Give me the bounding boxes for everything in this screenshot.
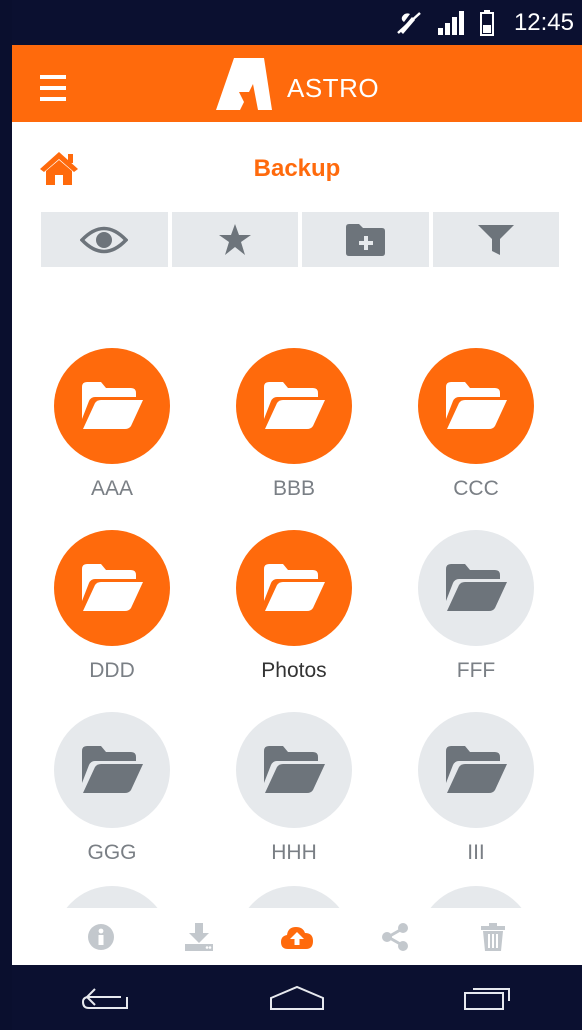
page-title: Backup — [253, 155, 341, 182]
new-folder-button[interactable] — [302, 212, 429, 267]
folder-open-icon — [82, 746, 143, 793]
share-icon — [382, 922, 408, 951]
folder-circle — [418, 886, 534, 908]
cloud-upload-icon — [281, 926, 313, 949]
folder-tile[interactable]: FFF — [385, 530, 567, 683]
recent-apps-icon[interactable] — [463, 985, 513, 1011]
back-icon[interactable] — [81, 986, 131, 1010]
download-button[interactable] — [179, 917, 219, 957]
folder-label: FFF — [456, 659, 496, 682]
system-nav-bar — [12, 965, 582, 1030]
trash-icon — [481, 922, 505, 951]
star-icon — [218, 223, 251, 255]
menu-icon[interactable] — [40, 75, 66, 101]
download-icon — [185, 922, 213, 951]
status-time: 12:45 — [513, 9, 574, 36]
folder-label: HHH — [271, 841, 317, 864]
folder-open-icon — [446, 746, 507, 793]
folder-label: CCC — [453, 477, 499, 500]
folder-tile[interactable]: GGG — [21, 712, 203, 865]
folder-label: GGG — [87, 841, 137, 864]
battery-icon — [480, 10, 494, 36]
folder-tile[interactable]: AAA — [21, 348, 203, 501]
folder-label: III — [467, 841, 485, 864]
status-bar: 12:45 — [12, 0, 582, 45]
favorites-button[interactable] — [171, 212, 298, 267]
folder-tile[interactable] — [385, 886, 567, 908]
eye-icon — [80, 226, 129, 253]
folder-circle — [54, 348, 170, 464]
folder-open-icon — [264, 382, 325, 429]
folder-open-icon — [446, 382, 507, 429]
filter-button[interactable] — [432, 212, 559, 267]
folder-open-icon — [446, 564, 507, 611]
breadcrumb: Backup — [12, 122, 582, 212]
folder-tile[interactable]: Photos — [203, 530, 385, 683]
folder-tile[interactable]: BBB — [203, 348, 385, 501]
folder-label: AAA — [90, 477, 134, 500]
folder-tile[interactable] — [21, 886, 203, 908]
folder-tile[interactable]: DDD — [21, 530, 203, 683]
info-button[interactable] — [81, 917, 121, 957]
folder-open-icon — [264, 564, 325, 611]
folder-open-icon — [264, 746, 325, 793]
folder-grid: AAA BBB CCC DDD Photos FFF GGG HHH III — [12, 290, 582, 908]
folder-circle — [236, 348, 352, 464]
astro-logo-icon — [216, 58, 272, 110]
view-toggle-button[interactable] — [41, 212, 168, 267]
folder-open-icon — [82, 382, 143, 429]
home-nav-icon[interactable] — [269, 985, 325, 1011]
bottom-action-bar — [12, 908, 582, 965]
folder-tile[interactable]: CCC — [385, 348, 567, 501]
info-icon — [88, 923, 114, 950]
folder-open-icon — [82, 564, 143, 611]
folder-circle — [418, 712, 534, 828]
signal-icon — [438, 11, 464, 35]
folder-circle — [54, 712, 170, 828]
folder-tile[interactable]: HHH — [203, 712, 385, 865]
folder-circle — [54, 886, 170, 908]
folder-circle — [418, 348, 534, 464]
folder-tile[interactable] — [203, 886, 385, 908]
app-title: ASTRO — [287, 73, 380, 103]
folder-tile[interactable]: III — [385, 712, 567, 865]
view-toolbar — [41, 212, 559, 267]
folder-circle — [236, 886, 352, 908]
folder-label: Photos — [261, 659, 327, 682]
status-icons — [396, 10, 494, 36]
folder-label: DDD — [89, 659, 135, 682]
backup-upload-button[interactable] — [277, 917, 317, 957]
screen: 12:45 ASTRO Backup AAA BBB CCC DDD Photo… — [12, 0, 582, 1030]
filter-icon — [477, 224, 514, 255]
delete-button[interactable] — [473, 917, 513, 957]
folder-circle — [418, 530, 534, 646]
share-button[interactable] — [375, 917, 415, 957]
app-bar: ASTRO — [12, 45, 582, 122]
folder-circle — [54, 530, 170, 646]
new-folder-icon — [346, 223, 386, 256]
mic-muted-icon — [397, 12, 421, 34]
folder-circle — [236, 530, 352, 646]
folder-circle — [236, 712, 352, 828]
folder-label: BBB — [272, 477, 316, 500]
